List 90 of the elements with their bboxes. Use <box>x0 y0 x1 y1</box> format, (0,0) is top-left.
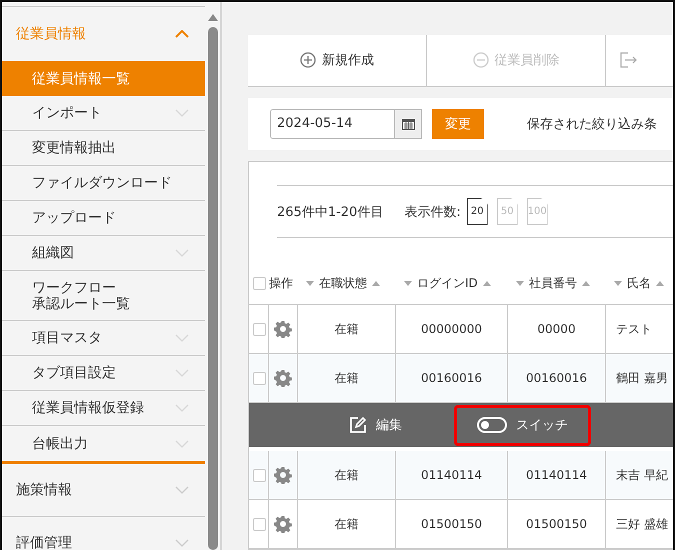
sidebar-item[interactable]: ワークフロー 承認ルート一覧 <box>2 271 205 321</box>
chevron-up-icon <box>175 30 189 38</box>
table-cell-text: 末吉 早紀 <box>615 466 669 484</box>
chevron-down-icon <box>175 539 189 547</box>
item-label: アップロード <box>32 210 116 226</box>
sidebar-section[interactable]: 評価管理 <box>2 517 205 550</box>
column-header[interactable]: 氏名 <box>606 275 664 292</box>
table-cell: 在籍 <box>298 451 396 499</box>
sort-down-icon[interactable] <box>404 281 412 286</box>
calendar-icon <box>402 118 414 130</box>
sort-up-icon[interactable] <box>482 281 491 286</box>
switch-button[interactable]: スイッチ <box>454 404 591 446</box>
table-cell-text: 鶴田 嘉男 <box>615 370 669 386</box>
calendar-button[interactable] <box>395 108 422 139</box>
table-cell: 在籍 <box>298 305 396 353</box>
sidebar-item[interactable]: アップロード <box>2 201 205 236</box>
sort-down-icon[interactable] <box>614 281 622 286</box>
item-label: 従業員情報一覧 <box>32 70 130 86</box>
sidebar-item[interactable]: 従業員情報仮登録 <box>2 391 205 426</box>
edit-button[interactable]: 編集 <box>327 404 424 446</box>
table-cell: 01140114 <box>396 451 508 499</box>
sidebar-item[interactable]: インポート <box>2 96 205 131</box>
table-cell: 00000000 <box>396 305 508 353</box>
page-size-option[interactable]: 20 <box>466 198 488 225</box>
table-cell: 在籍 <box>298 354 396 402</box>
sidebar-item[interactable]: タブ項目設定 <box>2 356 205 391</box>
sidebar-item[interactable]: ファイルダウンロード <box>2 166 205 201</box>
item-label: インポート <box>32 105 102 121</box>
sort-down-icon[interactable] <box>516 281 524 286</box>
saved-filters-label: 保存された絞り込み条 <box>527 116 657 133</box>
row-checkbox[interactable] <box>253 372 266 384</box>
sort-up-icon[interactable] <box>656 281 664 286</box>
sidebar-item[interactable]: 台帳出力 <box>2 426 205 461</box>
table-cell: 在籍 <box>298 500 396 548</box>
edit-icon <box>349 416 367 434</box>
chevron-down-icon <box>175 109 189 117</box>
item-label: 項目マスタ <box>32 330 102 346</box>
row-checkbox[interactable] <box>253 322 266 336</box>
sidebar-item[interactable]: 項目マスタ <box>2 321 205 356</box>
scrollbar-thumb[interactable] <box>208 27 218 550</box>
column-header[interactable]: 在職状態 <box>298 275 380 292</box>
arrow-out-icon <box>620 52 638 68</box>
sort-up-icon[interactable] <box>372 281 380 286</box>
section-label: 施策情報 <box>16 481 72 499</box>
section-label: 評価管理 <box>16 534 72 550</box>
chevron-down-icon <box>175 334 189 342</box>
record-count: 265件中1-20件目 <box>277 204 384 220</box>
row-checkbox[interactable] <box>253 518 266 530</box>
sidebar-section[interactable]: 施策情報 <box>2 464 205 517</box>
table-cell-text: テスト <box>615 320 653 338</box>
scroll-up-icon <box>208 14 218 21</box>
date-field[interactable]: 2024-05-14 <box>270 108 395 139</box>
sort-down-icon[interactable] <box>306 281 314 286</box>
table-cell: 00000 <box>508 305 606 353</box>
gear-icon[interactable] <box>274 466 292 484</box>
gear-icon[interactable] <box>274 320 292 338</box>
column-header[interactable]: ログインID <box>396 275 491 292</box>
row-checkbox[interactable] <box>253 468 266 482</box>
table-cell: 00160016 <box>508 354 606 402</box>
chevron-down-icon <box>175 369 189 377</box>
toggle-icon <box>477 417 507 433</box>
sidebar-item[interactable]: 組織図 <box>2 236 205 271</box>
section-label: 従業員情報 <box>16 25 86 43</box>
chevron-down-icon <box>175 486 189 494</box>
table-cell: 01500150 <box>508 500 606 548</box>
gear-icon[interactable] <box>274 369 292 387</box>
item-label: 変更情報抽出 <box>32 140 116 156</box>
table-cell: 01500150 <box>396 500 508 548</box>
chevron-down-icon <box>175 249 189 257</box>
page-size-label: 表示件数: <box>404 204 461 220</box>
chevron-down-icon <box>175 404 189 412</box>
column-header[interactable]: 社員番号 <box>508 275 590 292</box>
column-header[interactable]: 操作 <box>269 275 293 292</box>
plus-circle-icon <box>300 52 316 68</box>
table-cell: 00160016 <box>396 354 508 402</box>
chevron-down-icon <box>175 440 189 448</box>
sidebar-item[interactable]: 変更情報抽出 <box>2 131 205 166</box>
item-label: ワークフロー <box>32 280 117 296</box>
table-cell: 01140114 <box>508 451 606 499</box>
item-label: 従業員情報仮登録 <box>32 400 144 416</box>
item-label: 組織図 <box>32 245 74 261</box>
sort-up-icon[interactable] <box>582 281 590 286</box>
select-all-checkbox[interactable] <box>253 277 266 290</box>
item-label: 台帳出力 <box>32 436 88 452</box>
item-label: タブ項目設定 <box>32 365 116 381</box>
item-label: ファイルダウンロード <box>32 175 172 191</box>
gear-icon[interactable] <box>274 515 292 533</box>
item-label: 承認ルート一覧 <box>32 296 130 312</box>
table-cell-text: 三好 盛雄 <box>615 516 669 532</box>
minus-circle-icon <box>472 52 488 68</box>
